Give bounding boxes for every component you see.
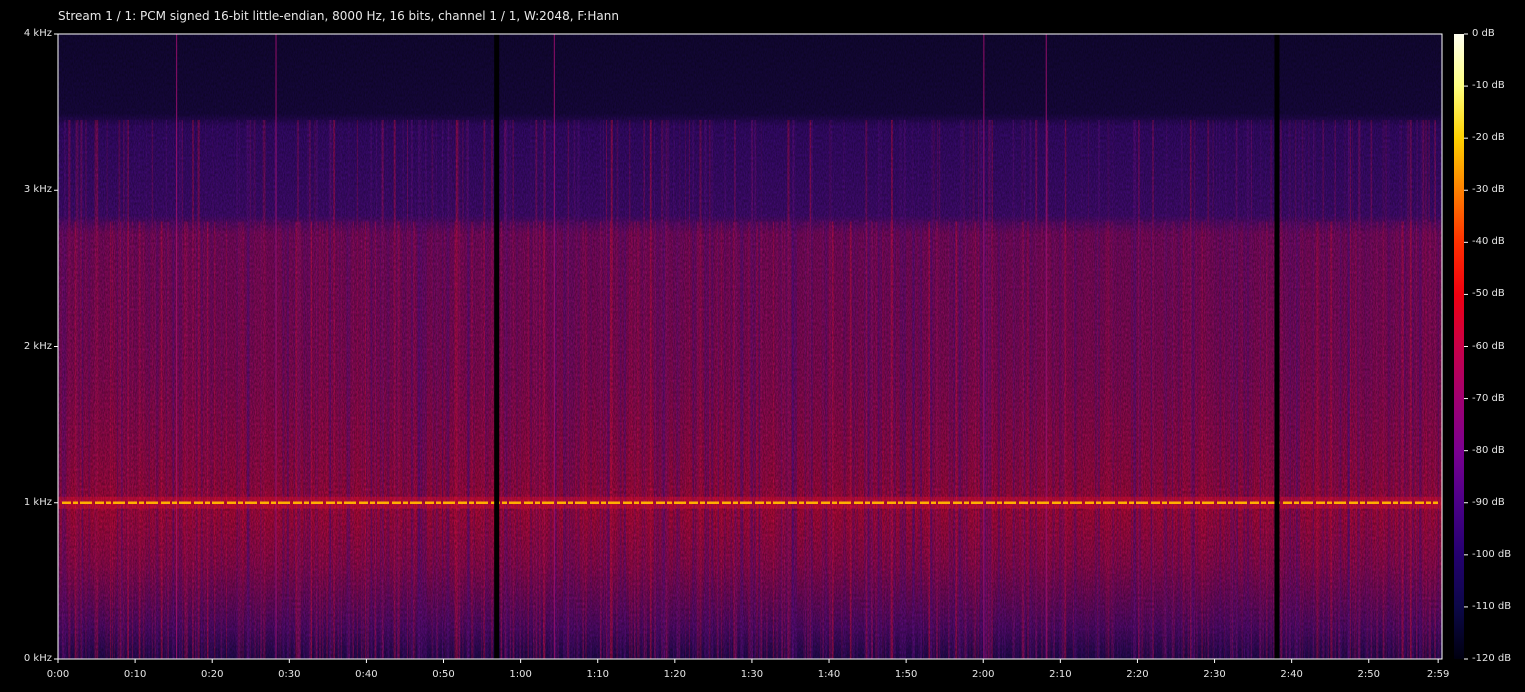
x-tick-label: 2:30 bbox=[1203, 669, 1226, 680]
colorbar-tick-label: -80 dB bbox=[1472, 444, 1505, 456]
colorbar-tick-label: -10 dB bbox=[1472, 80, 1505, 92]
colorbar-tick-label: -60 dB bbox=[1472, 340, 1505, 352]
narrow-line bbox=[553, 34, 555, 659]
spectrogram-chart bbox=[54, 33, 1468, 663]
spectrogram-plot-area bbox=[58, 34, 1442, 659]
x-tick-label: 1:40 bbox=[817, 669, 841, 680]
colorbar-tick-label: -120 dB bbox=[1472, 653, 1512, 664]
x-tick-label: 1:00 bbox=[509, 669, 532, 680]
x-tick-label: 1:30 bbox=[740, 669, 764, 680]
x-tick-label: 2:50 bbox=[1357, 669, 1380, 680]
colorbar-tick-label: -100 dB bbox=[1472, 548, 1512, 560]
colorbar-tick-label: -90 dB bbox=[1472, 496, 1505, 508]
colorbar-tick-label: -50 dB bbox=[1472, 288, 1505, 300]
x-tick-label: 1:20 bbox=[663, 669, 687, 680]
colorbar-tick-label: -30 dB bbox=[1472, 184, 1505, 196]
x-tick-label: 0:30 bbox=[278, 669, 301, 680]
y-tick-label: 2 kHz bbox=[23, 340, 52, 352]
colorbar-tick-label: -40 dB bbox=[1472, 236, 1505, 248]
x-tick-label: 0:40 bbox=[355, 669, 378, 680]
x-tick-label: 2:20 bbox=[1126, 669, 1149, 680]
spectrogram-noise bbox=[58, 34, 1442, 659]
x-tick-label: 2:00 bbox=[972, 669, 995, 680]
y-tick-label: 4 kHz bbox=[23, 28, 52, 39]
x-tick-label: 2:10 bbox=[1049, 669, 1072, 680]
y-tick-label: 0 kHz bbox=[23, 653, 52, 664]
narrow-line bbox=[983, 34, 985, 659]
y-tick-label: 3 kHz bbox=[23, 184, 52, 196]
colorbar-ticks bbox=[1464, 33, 1468, 660]
narrow-line bbox=[275, 34, 277, 659]
x-tick-label: 2:40 bbox=[1280, 669, 1303, 680]
x-tick-label: 0:20 bbox=[200, 669, 224, 680]
x-tick-label: 1:10 bbox=[586, 669, 609, 680]
x-tick-label: 0:10 bbox=[123, 669, 147, 680]
colorbar-tick-label: -70 dB bbox=[1472, 392, 1505, 404]
narrow-line bbox=[175, 34, 178, 659]
narrow-line bbox=[1045, 34, 1047, 659]
silent-gap bbox=[494, 34, 500, 659]
x-tick-label: 0:00 bbox=[46, 669, 70, 680]
colorbar-tick-label: 0 dB bbox=[1472, 28, 1495, 39]
colorbar-tick-label: -110 dB bbox=[1472, 600, 1512, 612]
colorbar bbox=[1454, 34, 1464, 659]
x-tick-label: 2:59 bbox=[1426, 669, 1450, 680]
x-tick-label: 1:50 bbox=[894, 669, 918, 680]
x-tick-label: 0:50 bbox=[432, 669, 455, 680]
colorbar-tick-label: -20 dB bbox=[1472, 132, 1505, 144]
y-tick-label: 1 kHz bbox=[23, 496, 52, 508]
silent-gap bbox=[1274, 34, 1280, 659]
